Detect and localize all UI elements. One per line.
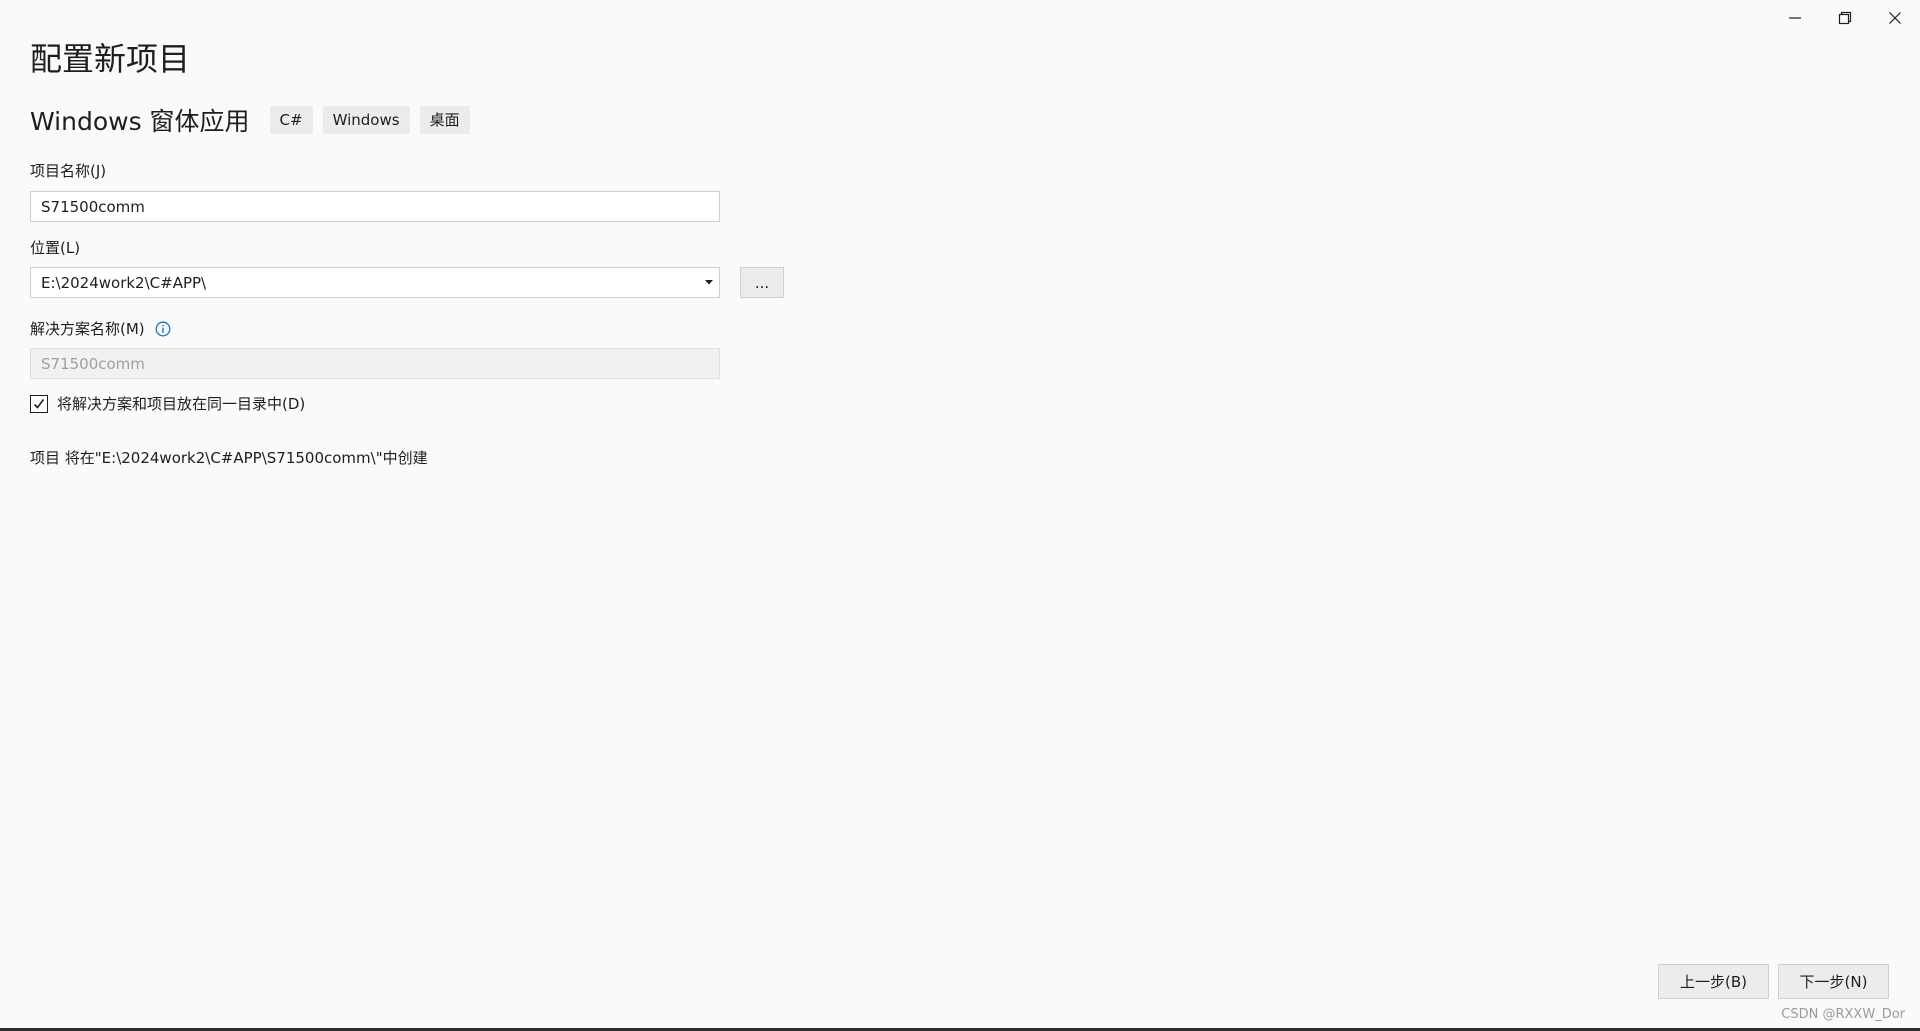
tag-language: C# bbox=[269, 106, 313, 134]
project-name-input[interactable] bbox=[30, 191, 720, 222]
solution-name-input bbox=[30, 348, 720, 379]
minimize-icon bbox=[1789, 17, 1801, 19]
location-label: 位置(L) bbox=[30, 239, 81, 257]
location-combobox[interactable]: E:\2024work2\C#APP\ bbox=[30, 267, 720, 298]
template-header: Windows 窗体应用 C# Windows 桌面 bbox=[30, 104, 480, 136]
watermark: CSDN @RXXW_Dor bbox=[1781, 1007, 1905, 1022]
page-title: 配置新项目 bbox=[30, 40, 191, 78]
same-directory-option[interactable]: 将解决方案和项目放在同一目录中(D) bbox=[30, 393, 305, 414]
same-directory-label[interactable]: 将解决方案和项目放在同一目录中(D) bbox=[57, 393, 305, 414]
next-button[interactable]: 下一步(N) bbox=[1778, 964, 1889, 999]
create-location-summary: 项目 将在"E:\2024work2\C#APP\S71500comm\"中创建 bbox=[30, 449, 428, 467]
chevron-down-icon[interactable] bbox=[699, 268, 719, 297]
tag-platform: Windows bbox=[322, 106, 410, 134]
location-value[interactable]: E:\2024work2\C#APP\ bbox=[31, 274, 699, 292]
solution-name-label: 解决方案名称(M) bbox=[30, 318, 171, 339]
configure-project-window: 配置新项目 Windows 窗体应用 C# Windows 桌面 项目名称(J)… bbox=[0, 0, 1920, 1031]
info-icon[interactable] bbox=[155, 321, 171, 337]
close-icon bbox=[1889, 12, 1901, 24]
checkmark-icon bbox=[33, 398, 45, 409]
template-name: Windows 窗体应用 bbox=[30, 107, 250, 136]
project-name-label: 项目名称(J) bbox=[30, 162, 107, 180]
minimize-button[interactable] bbox=[1770, 0, 1820, 36]
same-directory-checkbox[interactable] bbox=[30, 394, 48, 413]
restore-button[interactable] bbox=[1820, 0, 1870, 36]
caption-buttons bbox=[1770, 0, 1920, 36]
restore-icon bbox=[1838, 11, 1852, 25]
browse-button[interactable]: ... bbox=[740, 267, 784, 298]
close-button[interactable] bbox=[1870, 0, 1920, 36]
back-button[interactable]: 上一步(B) bbox=[1658, 964, 1769, 999]
solution-name-label-text: 解决方案名称(M) bbox=[30, 320, 145, 338]
tag-project-type: 桌面 bbox=[419, 106, 470, 134]
